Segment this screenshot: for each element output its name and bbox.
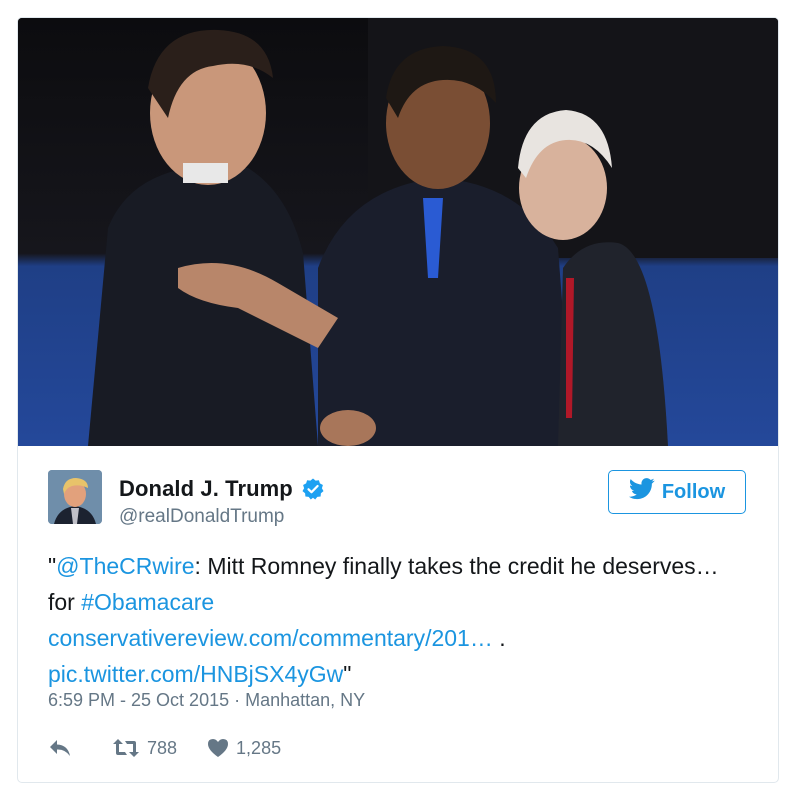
name-row: Donald J. Trump <box>119 476 325 502</box>
tweet-card: Donald J. Trump @realDonaldTrump Follow … <box>17 17 779 783</box>
tweet-header: Donald J. Trump @realDonaldTrump Follow <box>18 446 778 556</box>
verified-icon <box>301 477 325 501</box>
hashtag-link[interactable]: #Obamacare <box>81 589 214 615</box>
reply-button[interactable] <box>48 738 72 758</box>
retweet-icon <box>112 738 140 758</box>
like-count: 1,285 <box>236 737 282 758</box>
tweet-photo[interactable] <box>18 18 778 446</box>
quote-close: " <box>343 661 352 687</box>
follow-label: Follow <box>661 480 726 503</box>
url-link[interactable]: conservativereview.com/commentary/201… <box>48 625 493 651</box>
retweet-count: 788 <box>147 737 178 758</box>
location[interactable]: Manhattan, NY <box>245 690 365 710</box>
tweet-text: "@TheCRwire: Mitt Romney finally takes t… <box>48 548 748 692</box>
quote-open: " <box>48 553 57 579</box>
twitter-bird-icon <box>628 478 662 506</box>
mention-link[interactable]: @TheCRwire <box>56 553 194 579</box>
tweet-actions: 788 1,285 <box>48 735 281 761</box>
follow-button[interactable]: Follow <box>608 470 746 514</box>
display-name[interactable]: Donald J. Trump <box>119 476 293 502</box>
tweet-meta: 6:59 PM - 25 Oct 2015 · Manhattan, NY <box>48 690 365 711</box>
pic-link[interactable]: pic.twitter.com/HNBjSX4yGw <box>48 661 343 687</box>
like-button[interactable]: 1,285 <box>207 738 281 759</box>
meta-dot: · <box>229 690 246 710</box>
heart-icon <box>207 738 229 758</box>
user-handle[interactable]: @realDonaldTrump <box>119 506 284 528</box>
reply-icon <box>48 738 72 758</box>
timestamp[interactable]: 6:59 PM - 25 Oct 2015 <box>48 690 229 710</box>
separator: . <box>492 625 506 651</box>
avatar[interactable] <box>48 470 102 524</box>
retweet-button[interactable]: 788 <box>112 738 177 759</box>
